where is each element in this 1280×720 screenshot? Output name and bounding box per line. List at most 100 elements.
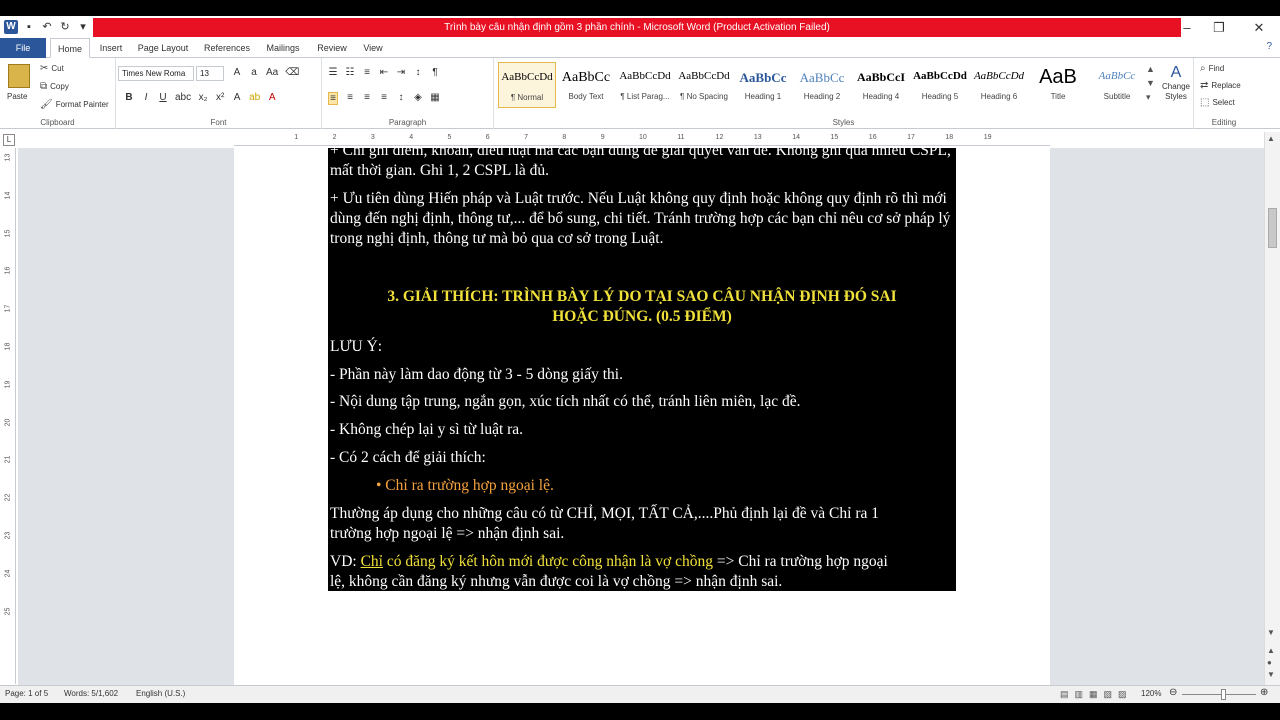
paragraph-cspl[interactable]: + Chỉ ghi điểm, khoản, điều luật mà các … [330, 148, 954, 181]
paragraph-priority[interactable]: + Ưu tiên dùng Hiến pháp và Luật trước. … [330, 189, 954, 249]
change-case-icon[interactable]: Aa [266, 67, 278, 78]
style-subtitle[interactable]: AaBbCc Subtitle [1088, 62, 1146, 108]
bullet-exception[interactable]: • Chỉ ra trường hợp ngoại lệ. [376, 476, 936, 496]
tab-home[interactable]: Home [50, 38, 90, 58]
example-chi: Chỉ [360, 553, 383, 570]
italic-icon[interactable]: I [141, 92, 151, 103]
subscript-icon[interactable]: x₂ [198, 92, 208, 103]
style-heading-5[interactable]: AaBbCcDd Heading 5 [911, 62, 969, 108]
zoom-out-icon[interactable]: ⊖ [1169, 687, 1177, 698]
style-body-text[interactable]: AaBbCc Body Text [557, 62, 615, 108]
shading-icon[interactable]: ◈ [413, 92, 423, 105]
paragraph-example[interactable]: VD: Chỉ có đăng ký kết hôn mới được công… [330, 552, 954, 592]
strikethrough-icon[interactable]: abc [175, 92, 191, 103]
zoom-slider[interactable] [1182, 694, 1256, 695]
grow-font-icon[interactable]: A [232, 67, 242, 78]
style-heading-4[interactable]: AaBbCcI Heading 4 [852, 62, 910, 108]
style-sample: AaBbCc [561, 70, 611, 85]
note-label[interactable]: LƯU Ý: [330, 337, 954, 357]
tab-page-layout[interactable]: Page Layout [134, 38, 192, 58]
tab-selector-icon[interactable]: L [3, 134, 15, 146]
word-count[interactable]: Words: 5/1,602 [64, 689, 118, 698]
multilevel-icon[interactable]: ≡ [362, 67, 372, 78]
pilcrow-icon[interactable]: ¶ [430, 67, 440, 78]
horizontal-ruler[interactable]: 1 2 3 4 5 6 7 8 9 10 11 12 13 14 15 16 17 18 19 [234, 132, 1050, 146]
bold-icon[interactable]: B [124, 92, 134, 103]
clear-format-icon[interactable]: ⌫ [285, 67, 299, 78]
help-icon[interactable]: ? [1266, 41, 1272, 52]
minimize-icon[interactable]: – [1172, 20, 1202, 36]
next-page-icon[interactable]: ▼ [1267, 670, 1275, 679]
zoom-in-icon[interactable]: ⊕ [1260, 687, 1268, 698]
font-size-box[interactable]: 13 [196, 66, 224, 81]
undo-icon[interactable]: ↶ [40, 20, 54, 34]
bullets-icon[interactable]: ☰ [328, 67, 338, 78]
align-left-icon[interactable]: ≡ [328, 92, 338, 105]
shrink-font-icon[interactable]: a [249, 67, 259, 78]
vertical-scrollbar[interactable]: ▲ ▼ ▲ ● ▼ [1264, 132, 1280, 685]
underline-icon[interactable]: U [158, 92, 168, 103]
vertical-ruler[interactable]: 13 14 15 16 17 18 19 20 21 22 23 24 25 [3, 148, 16, 684]
font-name-box[interactable]: Times New Roma [118, 66, 194, 81]
scroll-down-icon[interactable]: ▼ [1267, 628, 1275, 637]
select-browse-icon[interactable]: ● [1267, 658, 1272, 667]
previous-page-icon[interactable]: ▲ [1267, 646, 1275, 655]
word-logo-icon[interactable]: W [4, 20, 18, 34]
align-right-icon[interactable]: ≡ [362, 92, 372, 105]
language-indicator[interactable]: English (U.S.) [136, 689, 185, 698]
paste-button[interactable]: Paste [7, 92, 27, 101]
scroll-up-icon[interactable]: ▲ [1267, 134, 1275, 143]
text-effects-icon[interactable]: A [232, 92, 242, 103]
font-color-icon[interactable]: A [267, 92, 277, 103]
select-button[interactable]: ⬚ Select [1200, 97, 1235, 108]
note-line-1[interactable]: - Phần này làm dao động từ 3 - 5 dòng gi… [330, 365, 954, 385]
view-buttons-icon[interactable]: ▤▥▦▧▨ [1060, 689, 1133, 700]
style-normal[interactable]: AaBbCcDd ¶ Normal [498, 62, 556, 108]
zoom-slider-thumb[interactable] [1221, 689, 1226, 700]
customize-qat-icon[interactable]: ▾ [76, 20, 90, 34]
cut-button[interactable]: ✂ Cut [40, 63, 64, 74]
highlight-icon[interactable]: ab [249, 92, 260, 103]
find-button[interactable]: ⌕ Find [1200, 63, 1224, 74]
zoom-level[interactable]: 120% [1141, 689, 1161, 698]
section-heading[interactable]: 3. GIẢI THÍCH: TRÌNH BÀY LÝ DO TẠI SAO C… [330, 287, 954, 327]
decrease-indent-icon[interactable]: ⇤ [379, 67, 389, 78]
borders-icon[interactable]: ▦ [430, 92, 440, 105]
scroll-thumb[interactable] [1268, 208, 1277, 248]
close-icon[interactable]: ✕ [1244, 20, 1274, 36]
style-heading-6[interactable]: AaBbCcDd Heading 6 [970, 62, 1028, 108]
tab-references[interactable]: References [200, 38, 254, 58]
justify-icon[interactable]: ≡ [379, 92, 389, 105]
redo-icon[interactable]: ↻ [58, 20, 72, 34]
note-line-3[interactable]: - Không chép lại y sì từ luật ra. [330, 420, 954, 440]
style-list-paragraph[interactable]: AaBbCcDd ¶ List Parag... [616, 62, 674, 108]
sort-icon[interactable]: ↕ [413, 67, 423, 78]
format-painter-button[interactable]: 🖌 Format Painter [40, 99, 109, 110]
replace-button[interactable]: ⇄ Replace [1200, 80, 1241, 91]
note-line-4[interactable]: - Có 2 cách để giải thích: [330, 448, 954, 468]
paragraph-usage[interactable]: Thường áp dụng cho những câu có từ CHỈ, … [330, 504, 954, 544]
tab-view[interactable]: View [358, 38, 388, 58]
styles-scroll-icon[interactable]: ▲ ▼ ▾ [1146, 62, 1155, 104]
tab-review[interactable]: Review [312, 38, 352, 58]
numbering-icon[interactable]: ☷ [345, 67, 355, 78]
document-page[interactable]: + Chỉ ghi điểm, khoản, điều luật mà các … [234, 148, 1050, 685]
line-spacing-icon[interactable]: ↕ [396, 92, 406, 105]
restore-icon[interactable]: ❐ [1204, 20, 1234, 36]
paste-icon[interactable] [8, 64, 30, 88]
style-heading-2[interactable]: AaBbCc Heading 2 [793, 62, 851, 108]
increase-indent-icon[interactable]: ⇥ [396, 67, 406, 78]
align-center-icon[interactable]: ≡ [345, 92, 355, 105]
style-no-spacing[interactable]: AaBbCcDd ¶ No Spacing [675, 62, 733, 108]
save-icon[interactable]: ▪ [22, 20, 36, 34]
tab-file[interactable]: File [0, 38, 46, 58]
page-indicator[interactable]: Page: 1 of 5 [5, 689, 48, 698]
note-line-2[interactable]: - Nội dung tập trung, ngắn gọn, xúc tích… [330, 392, 954, 412]
change-styles-button[interactable]: A Change Styles [1158, 64, 1194, 102]
style-heading-1[interactable]: AaBbCc Heading 1 [734, 62, 792, 108]
superscript-icon[interactable]: x² [215, 92, 225, 103]
style-title[interactable]: AaB Title [1029, 62, 1087, 108]
copy-button[interactable]: ⧉ Copy [40, 81, 69, 92]
tab-mailings[interactable]: Mailings [262, 38, 304, 58]
tab-insert[interactable]: Insert [94, 38, 128, 58]
